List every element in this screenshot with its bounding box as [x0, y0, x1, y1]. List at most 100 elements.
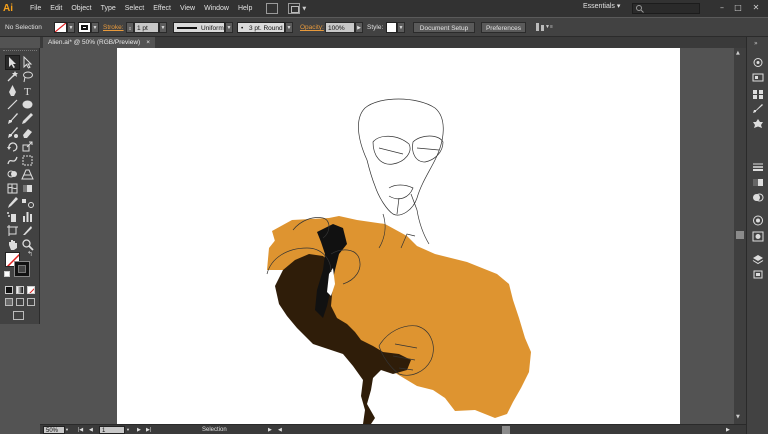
menu-file[interactable]: File [30, 5, 41, 12]
zoom-dropdown[interactable]: ▼ [65, 426, 69, 434]
layers-panel-icon[interactable] [752, 254, 764, 265]
stroke-weight-dropdown[interactable]: ▼ [159, 22, 167, 33]
menu-effect[interactable]: Effect [153, 5, 171, 12]
lasso-tool-icon[interactable] [21, 70, 34, 83]
pencil-tool-icon[interactable] [21, 112, 34, 125]
last-artboard-button[interactable]: ▶| [146, 426, 151, 434]
stroke-swatch[interactable] [78, 22, 91, 33]
vertical-scroll-thumb[interactable] [736, 231, 744, 239]
screen-mode-icon[interactable] [13, 311, 24, 320]
variable-width-profile[interactable]: Uniform [173, 22, 225, 33]
stroke-weight-field[interactable]: 1 pt [134, 22, 159, 33]
paintbrush-tool-icon[interactable] [6, 112, 19, 125]
type-tool-icon[interactable]: T [21, 84, 34, 97]
workspace-switcher[interactable]: Essentials ▾ [583, 2, 620, 10]
free-transform-tool-icon[interactable] [21, 154, 34, 167]
default-colors-icon[interactable] [4, 271, 10, 277]
mesh-tool-icon[interactable] [6, 182, 19, 195]
brushes-panel-icon[interactable] [752, 103, 764, 114]
stroke-label[interactable]: Stroke: [103, 22, 124, 33]
scroll-right-icon[interactable]: ▶ [726, 426, 730, 434]
alien-artwork[interactable] [117, 48, 680, 424]
artboard[interactable] [117, 48, 680, 424]
next-artboard-button[interactable]: ▶ [137, 426, 141, 434]
eraser-tool-icon[interactable] [21, 126, 34, 139]
menu-edit[interactable]: Edit [50, 5, 62, 12]
canvas-pasteboard[interactable] [40, 48, 734, 424]
arrange-dropdown-icon[interactable]: ▼ [302, 6, 306, 12]
menu-help[interactable]: Help [238, 5, 252, 12]
color-mode-icon[interactable] [5, 286, 13, 294]
gradient-panel-icon[interactable] [752, 177, 764, 188]
document-setup-button[interactable]: Document Setup [413, 22, 475, 33]
artboard-dropdown[interactable]: ▼ [126, 426, 130, 434]
search-input[interactable] [632, 3, 700, 14]
symbol-sprayer-tool-icon[interactable] [6, 210, 19, 223]
none-mode-icon[interactable] [27, 286, 35, 294]
column-graph-tool-icon[interactable] [21, 210, 34, 223]
fill-dropdown[interactable]: ▼ [67, 22, 75, 33]
menu-select[interactable]: Select [125, 5, 144, 12]
style-swatch[interactable] [386, 22, 397, 33]
line-tool-icon[interactable] [6, 98, 19, 111]
pen-tool-icon[interactable] [6, 84, 19, 97]
ellipse-tool-icon[interactable] [21, 98, 34, 111]
bridge-icon[interactable] [266, 3, 279, 14]
artboard-number-field[interactable]: 1 [99, 426, 125, 434]
shape-builder-tool-icon[interactable] [6, 168, 19, 181]
draw-behind-icon[interactable] [16, 298, 24, 306]
hand-tool-icon[interactable] [6, 238, 19, 251]
brush-definition[interactable]: • 3 pt. Round [237, 22, 285, 33]
menu-object[interactable]: Object [71, 5, 91, 12]
preferences-button[interactable]: Preferences [481, 22, 526, 33]
slice-tool-icon[interactable] [21, 224, 34, 237]
blend-tool-icon[interactable] [21, 196, 34, 209]
stroke-dropdown[interactable]: ▼ [91, 22, 99, 33]
selection-tool-icon[interactable] [5, 55, 20, 70]
document-tab[interactable]: Alien.ai* @ 50% (RGB/Preview) × [43, 37, 156, 48]
artboard-tool-icon[interactable] [6, 224, 19, 237]
color-guide-icon[interactable] [752, 72, 764, 83]
gradient-tool-icon[interactable] [21, 182, 34, 195]
stroke-color-box[interactable] [14, 261, 30, 277]
graphic-styles-panel-icon[interactable] [752, 231, 764, 242]
blob-brush-tool-icon[interactable] [6, 126, 19, 139]
opacity-field[interactable]: 100% [325, 22, 355, 33]
magic-wand-tool-icon[interactable] [6, 70, 19, 83]
swatches-panel-icon[interactable] [752, 89, 764, 100]
color-panel-icon[interactable] [752, 57, 764, 68]
opacity-dropdown[interactable]: ▶ [355, 22, 363, 33]
vertical-scrollbar[interactable]: ▲ ▼ [734, 48, 746, 424]
scroll-down-icon[interactable]: ▼ [736, 414, 740, 420]
menu-view[interactable]: View [180, 5, 195, 12]
align-to-icon[interactable] [535, 22, 545, 33]
profile-dropdown[interactable]: ▼ [225, 22, 233, 33]
tools-panel-grip[interactable] [3, 50, 37, 53]
appearance-panel-icon[interactable] [752, 215, 764, 226]
direct-selection-tool-icon[interactable] [21, 56, 34, 69]
gradient-mode-icon[interactable] [16, 286, 24, 294]
artboards-panel-icon[interactable] [752, 269, 764, 280]
menu-type[interactable]: Type [101, 5, 116, 12]
warp-tool-icon[interactable] [6, 154, 19, 167]
horizontal-scroll-thumb[interactable] [502, 426, 510, 434]
eyedropper-tool-icon[interactable] [6, 196, 19, 209]
tab-close-icon[interactable]: × [146, 39, 150, 46]
scroll-up-icon[interactable]: ▲ [736, 50, 740, 56]
draw-inside-icon[interactable] [27, 298, 35, 306]
first-artboard-button[interactable]: |◀ [78, 426, 83, 434]
maximize-icon[interactable]: □ [732, 3, 744, 14]
arrange-documents-icon[interactable] [288, 3, 301, 14]
brush-dropdown[interactable]: ▼ [285, 22, 293, 33]
stroke-panel-icon[interactable] [752, 161, 764, 172]
rotate-tool-icon[interactable] [6, 140, 19, 153]
minimize-icon[interactable]: – [716, 3, 728, 14]
draw-normal-icon[interactable] [5, 298, 13, 306]
opacity-label[interactable]: Opacity: [300, 22, 324, 33]
zoom-field[interactable]: 50% [43, 426, 65, 434]
style-dropdown[interactable]: ▼ [397, 22, 405, 33]
fill-swatch[interactable] [54, 22, 67, 33]
symbols-panel-icon[interactable] [752, 118, 764, 129]
scale-tool-icon[interactable] [21, 140, 34, 153]
close-icon[interactable]: ✕ [750, 3, 762, 14]
